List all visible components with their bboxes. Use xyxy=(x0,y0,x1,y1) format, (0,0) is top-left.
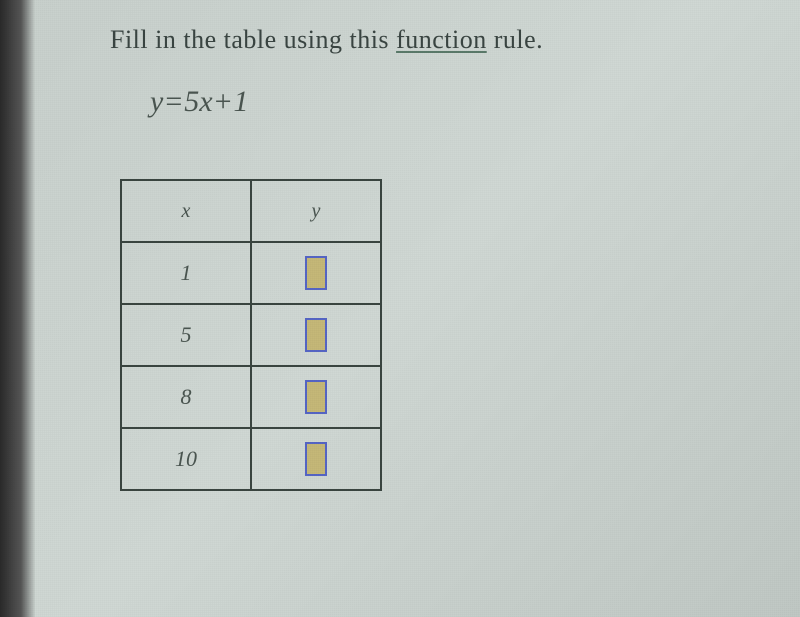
table-row: 8 xyxy=(121,366,381,428)
function-table: x y 1 5 8 10 xyxy=(120,179,382,491)
y-input[interactable] xyxy=(305,318,327,352)
header-x: x xyxy=(121,180,251,242)
equation: y=5x+1 xyxy=(150,85,740,119)
equation-const: 1 xyxy=(234,85,249,118)
instruction-suffix: rule. xyxy=(487,25,543,54)
x-cell: 1 xyxy=(121,242,251,304)
y-cell xyxy=(251,428,381,490)
table-row: 10 xyxy=(121,428,381,490)
table-header-row: x y xyxy=(121,180,381,242)
y-cell xyxy=(251,366,381,428)
table-row: 5 xyxy=(121,304,381,366)
equation-var: x xyxy=(199,85,212,118)
function-table-container: x y 1 5 8 10 xyxy=(120,179,740,491)
y-input[interactable] xyxy=(305,442,327,476)
y-input[interactable] xyxy=(305,380,327,414)
table-row: 1 xyxy=(121,242,381,304)
y-input[interactable] xyxy=(305,256,327,290)
equation-op: + xyxy=(215,85,232,118)
function-link[interactable]: function xyxy=(396,25,487,54)
problem-content: Fill in the table using this function ru… xyxy=(0,0,800,511)
y-cell xyxy=(251,242,381,304)
instruction-prefix: Fill in the table using this xyxy=(110,25,396,54)
x-cell: 10 xyxy=(121,428,251,490)
equation-eq: = xyxy=(165,85,182,118)
instruction-text: Fill in the table using this function ru… xyxy=(110,25,740,55)
screen-bezel xyxy=(0,0,35,617)
x-cell: 5 xyxy=(121,304,251,366)
header-y: y xyxy=(251,180,381,242)
equation-coef: 5 xyxy=(184,85,199,118)
x-cell: 8 xyxy=(121,366,251,428)
equation-lhs: y xyxy=(150,85,163,118)
y-cell xyxy=(251,304,381,366)
